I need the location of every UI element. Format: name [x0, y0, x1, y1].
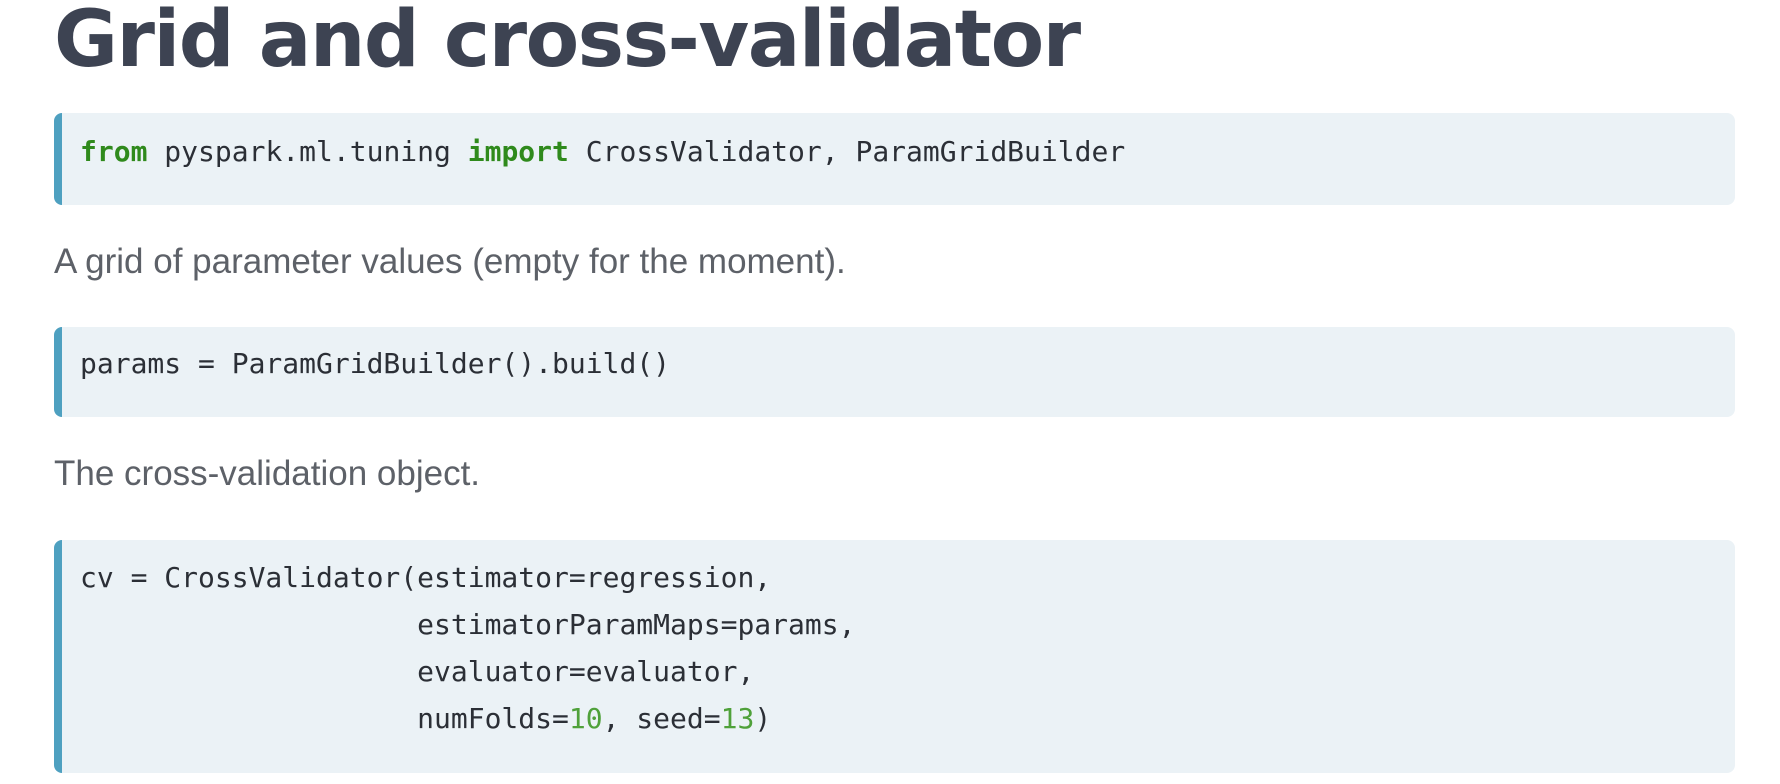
- code-text: ): [754, 702, 772, 735]
- code-line: evaluator=evaluator,: [80, 655, 755, 688]
- code-block-cross-validator: cv = CrossValidator(estimator=regression…: [54, 540, 1735, 773]
- keyword-import: import: [467, 135, 569, 168]
- code-line: cv = CrossValidator(estimator=regression…: [80, 561, 772, 594]
- code-block-params: params = ParamGridBuilder().build(): [54, 327, 1735, 417]
- page-title: Grid and cross-validator: [54, 0, 1081, 85]
- code-imported-names: CrossValidator, ParamGridBuilder: [568, 135, 1126, 168]
- number-literal: 13: [720, 702, 755, 735]
- keyword-from: from: [80, 135, 148, 168]
- paragraph-grid: A grid of parameter values (empty for th…: [54, 242, 846, 281]
- code-text: numFolds=: [80, 702, 569, 735]
- code-line: numFolds=10, seed=13): [80, 702, 771, 736]
- code-module: pyspark.ml.tuning: [147, 135, 468, 168]
- code-line: estimatorParamMaps=params,: [80, 608, 856, 641]
- code-block-import: from pyspark.ml.tuning import CrossValid…: [54, 113, 1735, 205]
- code-text: , seed=: [602, 702, 721, 735]
- paragraph-cross-validation: The cross-validation object.: [54, 454, 481, 493]
- code-line: from pyspark.ml.tuning import CrossValid…: [80, 135, 1125, 169]
- number-literal: 10: [568, 702, 603, 735]
- code-line: params = ParamGridBuilder().build(): [80, 347, 671, 380]
